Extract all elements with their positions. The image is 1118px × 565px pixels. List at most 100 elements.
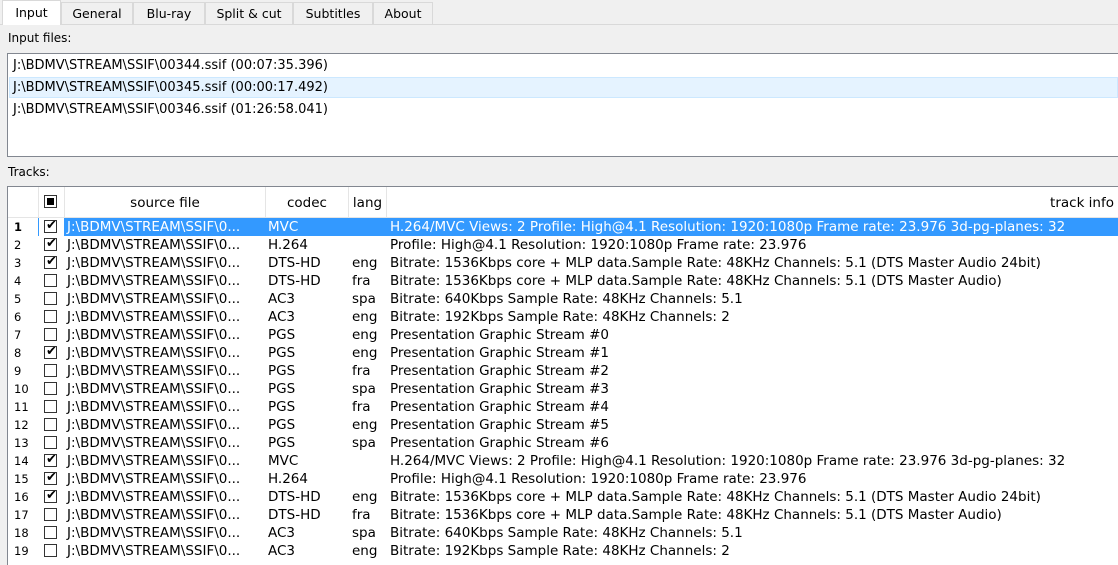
- track-row-number: 11: [14, 400, 29, 414]
- track-info: Bitrate: 1536Kbps core + MLP data.Sample…: [390, 489, 1041, 505]
- track-enable-checkbox[interactable]: ✔: [44, 218, 57, 233]
- track-codec: H.264: [268, 237, 308, 253]
- track-info: Presentation Graphic Stream #1: [390, 345, 609, 361]
- track-info: Presentation Graphic Stream #4: [390, 399, 609, 415]
- track-row[interactable]: 5 J:\BDMV\STREAM\SSIF\0... AC3 spa Bitrate: …: [8, 290, 1118, 308]
- track-enable-checkbox[interactable]: ✔: [44, 254, 57, 269]
- track-row[interactable]: 7 J:\BDMV\STREAM\SSIF\0... PGS eng Presentat…: [8, 326, 1118, 344]
- track-enable-checkbox[interactable]: [44, 436, 57, 449]
- track-codec: MVC: [268, 219, 299, 235]
- track-codec: AC3: [268, 309, 296, 325]
- input-files-label: Input files:: [8, 31, 72, 45]
- track-codec: PGS: [268, 345, 296, 361]
- checkmark-icon: ✔: [46, 470, 57, 485]
- track-enable-cell: ✔: [39, 344, 64, 362]
- track-enable-checkbox[interactable]: [44, 274, 57, 287]
- track-enable-checkbox[interactable]: [44, 544, 57, 557]
- track-row[interactable]: 1 ✔ J:\BDMV\STREAM\SSIF\0... MVC H.264/MVC V…: [8, 218, 1118, 236]
- track-enable-checkbox[interactable]: [44, 526, 57, 539]
- track-enable-cell: [39, 542, 64, 560]
- track-row[interactable]: 2 ✔ J:\BDMV\STREAM\SSIF\0... H.264 Profile: …: [8, 236, 1118, 254]
- track-lang: fra: [352, 399, 371, 415]
- track-row-number: 3: [14, 256, 22, 270]
- tab-input[interactable]: Input: [2, 0, 61, 25]
- check-all-checkbox[interactable]: [44, 195, 57, 208]
- track-lang: eng: [352, 309, 378, 325]
- track-enable-cell: [39, 362, 64, 380]
- track-enable-checkbox[interactable]: [44, 310, 57, 323]
- track-enable-cell: [39, 380, 64, 398]
- track-row[interactable]: 13 J:\BDMV\STREAM\SSIF\0... PGS spa Presenta…: [8, 434, 1118, 452]
- track-row-number: 18: [14, 526, 29, 540]
- track-enable-cell: [39, 326, 64, 344]
- track-row[interactable]: 14 ✔ J:\BDMV\STREAM\SSIF\0... MVC H.264/MVC …: [8, 452, 1118, 470]
- checkmark-icon: ✔: [46, 254, 57, 269]
- track-codec: PGS: [268, 327, 296, 343]
- track-row-number: 7: [14, 328, 22, 342]
- track-row[interactable]: 6 J:\BDMV\STREAM\SSIF\0... AC3 eng Bitrate: …: [8, 308, 1118, 326]
- track-lang: eng: [352, 543, 378, 559]
- tab-general[interactable]: General: [61, 2, 133, 24]
- header-codec[interactable]: codec: [266, 187, 349, 217]
- header-track-info[interactable]: track info: [387, 187, 1118, 217]
- track-lang: eng: [352, 255, 378, 271]
- track-codec: H.264: [268, 471, 308, 487]
- track-lang: eng: [352, 327, 378, 343]
- input-file-item[interactable]: J:\BDMV\STREAM\SSIF\00345.ssif (00:00:17…: [9, 77, 1118, 98]
- track-enable-checkbox[interactable]: ✔: [44, 452, 57, 467]
- track-info: Presentation Graphic Stream #0: [390, 327, 609, 343]
- track-row[interactable]: 4 J:\BDMV\STREAM\SSIF\0... DTS-HD fra Bitrat…: [8, 272, 1118, 290]
- track-enable-cell: [39, 506, 64, 524]
- track-enable-checkbox[interactable]: [44, 400, 57, 413]
- track-row[interactable]: 11 J:\BDMV\STREAM\SSIF\0... PGS fra Presenta…: [8, 398, 1118, 416]
- track-row[interactable]: 8 ✔ J:\BDMV\STREAM\SSIF\0... PGS eng Presenta…: [8, 344, 1118, 362]
- track-enable-checkbox[interactable]: ✔: [44, 236, 57, 251]
- track-source-file: J:\BDMV\STREAM\SSIF\0...: [67, 399, 241, 415]
- track-row[interactable]: 3 ✔ J:\BDMV\STREAM\SSIF\0... DTS-HD eng Bitra…: [8, 254, 1118, 272]
- track-row[interactable]: 17 J:\BDMV\STREAM\SSIF\0... DTS-HD fra Bitra…: [8, 506, 1118, 524]
- track-enable-checkbox[interactable]: [44, 364, 57, 377]
- tab-subtitles[interactable]: Subtitles: [293, 2, 373, 24]
- track-enable-checkbox[interactable]: [44, 328, 57, 341]
- header-lang[interactable]: lang: [349, 187, 387, 217]
- input-file-item[interactable]: J:\BDMV\STREAM\SSIF\00346.ssif (01:26:58…: [9, 99, 1118, 120]
- track-row[interactable]: 12 J:\BDMV\STREAM\SSIF\0... PGS eng Presenta…: [8, 416, 1118, 434]
- track-row[interactable]: 16 ✔ J:\BDMV\STREAM\SSIF\0... DTS-HD eng Bitr…: [8, 488, 1118, 506]
- track-row[interactable]: 19 J:\BDMV\STREAM\SSIF\0... AC3 eng Bitrate:…: [8, 542, 1118, 560]
- track-enable-checkbox[interactable]: [44, 508, 57, 521]
- track-codec: MVC: [268, 453, 299, 469]
- header-check-all[interactable]: [39, 187, 65, 217]
- track-enable-checkbox[interactable]: [44, 418, 57, 431]
- track-source-file: J:\BDMV\STREAM\SSIF\0...: [67, 363, 241, 379]
- tab-split-cut[interactable]: Split & cut: [205, 2, 293, 24]
- track-lang: fra: [352, 273, 371, 289]
- track-row-number: 12: [14, 418, 29, 432]
- track-enable-cell: ✔: [39, 254, 64, 272]
- track-enable-checkbox[interactable]: [44, 292, 57, 305]
- track-info: H.264/MVC Views: 2 Profile: High@4.1 Res…: [390, 219, 1066, 235]
- track-source-file: J:\BDMV\STREAM\SSIF\0...: [67, 435, 241, 451]
- track-enable-checkbox[interactable]: ✔: [44, 470, 57, 485]
- track-row-number: 13: [14, 436, 29, 450]
- track-row[interactable]: 9 J:\BDMV\STREAM\SSIF\0... PGS fra Presentat…: [8, 362, 1118, 380]
- track-row[interactable]: 15 ✔ J:\BDMV\STREAM\SSIF\0... H.264 Profile:…: [8, 470, 1118, 488]
- tab-blu-ray[interactable]: Blu-ray: [133, 2, 205, 24]
- tracks-table[interactable]: source file codec lang track info 1 ✔ J:\B…: [7, 186, 1118, 565]
- tab-about[interactable]: About: [373, 2, 433, 24]
- track-enable-checkbox[interactable]: ✔: [44, 344, 57, 359]
- track-info: Bitrate: 192Kbps Sample Rate: 48KHz Chan…: [390, 543, 730, 559]
- header-source-file[interactable]: source file: [65, 187, 266, 217]
- track-info: H.264/MVC Views: 2 Profile: High@4.1 Res…: [390, 453, 1066, 469]
- track-enable-checkbox[interactable]: [44, 382, 57, 395]
- track-codec: AC3: [268, 291, 296, 307]
- track-row[interactable]: 10 J:\BDMV\STREAM\SSIF\0... PGS spa Presenta…: [8, 380, 1118, 398]
- track-enable-checkbox[interactable]: ✔: [44, 488, 57, 503]
- track-codec: DTS-HD: [268, 273, 321, 289]
- track-info: Bitrate: 640Kbps Sample Rate: 48KHz Chan…: [390, 291, 743, 307]
- input-file-item[interactable]: J:\BDMV\STREAM\SSIF\00344.ssif (00:07:35…: [9, 55, 1118, 76]
- track-row[interactable]: 18 J:\BDMV\STREAM\SSIF\0... AC3 spa Bitrate:…: [8, 524, 1118, 542]
- track-codec: PGS: [268, 435, 296, 451]
- input-files-list[interactable]: J:\BDMV\STREAM\SSIF\00344.ssif (00:07:35…: [7, 53, 1118, 157]
- track-row-number: 2: [14, 238, 22, 252]
- track-source-file: J:\BDMV\STREAM\SSIF\0...: [67, 273, 241, 289]
